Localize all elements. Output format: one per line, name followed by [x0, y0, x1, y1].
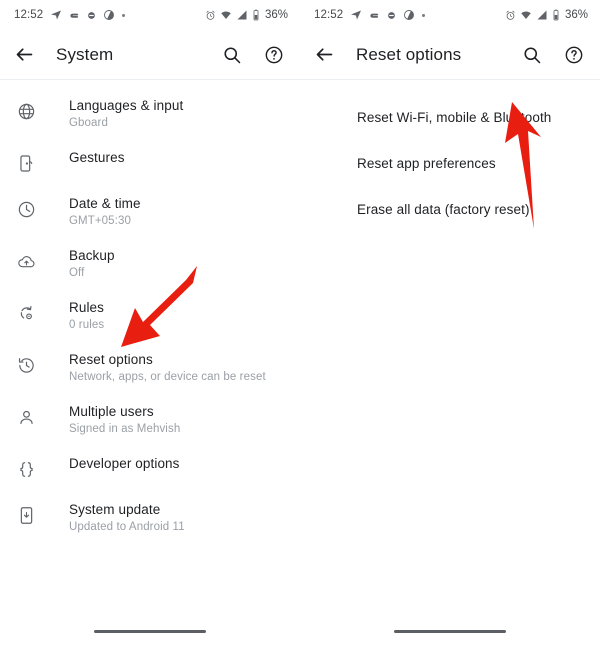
back-arrow-icon[interactable]: [312, 43, 336, 67]
status-bar-right: 36%: [205, 9, 288, 21]
status-bar: 12:52 36%: [0, 0, 300, 30]
hand-icon: [370, 13, 379, 18]
list-item-title: Backup: [69, 248, 115, 263]
list-item-reset-app-preferences[interactable]: Reset app preferences: [300, 142, 600, 188]
help-icon[interactable]: [262, 43, 286, 67]
list-item-reset-wifi-mobile-bluetooth[interactable]: Reset Wi-Fi, mobile & Bluetooth: [300, 96, 600, 142]
list-item-text: Date & time GMT+05:30: [69, 195, 141, 229]
alarm-icon: [506, 10, 515, 20]
navigation-arrow-icon: [51, 10, 62, 20]
list-item-text: Developer options: [69, 455, 180, 472]
home-indicator[interactable]: [94, 629, 206, 633]
list-item-languages-input[interactable]: Languages & input Gboard: [0, 88, 300, 140]
globe-icon: [14, 99, 38, 123]
battery-percent: 36%: [264, 9, 288, 21]
app-bar-actions: [520, 43, 586, 67]
status-bar-left: 12:52: [314, 9, 426, 21]
list-item-system-update[interactable]: System update Updated to Android 11: [0, 492, 300, 544]
list-item-title: Erase all data (factory reset): [357, 202, 530, 217]
rules-icon: [14, 301, 38, 325]
list-item-title: Developer options: [69, 456, 180, 471]
list-item-developer-options[interactable]: Developer options: [0, 446, 300, 492]
dot-icon: [422, 13, 426, 17]
list-item-subtitle: Gboard: [69, 117, 108, 129]
status-bar-left: 12:52: [14, 9, 126, 21]
page-title: Reset options: [356, 44, 462, 64]
app-bar-actions: [220, 43, 286, 67]
alarm-icon: [206, 10, 215, 20]
list-item-gestures[interactable]: Gestures: [0, 140, 300, 186]
navigation-arrow-icon: [351, 10, 362, 20]
hand-icon: [70, 13, 79, 18]
search-icon[interactable]: [220, 43, 244, 67]
battery-icon: [553, 9, 559, 21]
list-item-subtitle: Off: [69, 267, 85, 279]
dual-screenshot-container: 12:52 36% System Languages & input Gboar…: [0, 0, 600, 648]
circle-icon: [388, 11, 396, 19]
person-icon: [14, 405, 38, 429]
history-icon: [14, 353, 38, 377]
status-time: 12:52: [14, 9, 44, 21]
list-item-title: System update: [69, 502, 161, 517]
settings-list: Languages & input Gboard Gestures Date &…: [0, 80, 300, 544]
list-item-text: Backup Off: [69, 247, 115, 281]
list-item-title: Reset options: [69, 352, 153, 367]
battery-percent: 36%: [564, 9, 588, 21]
partial-circle-icon: [104, 10, 115, 20]
list-item-title: Multiple users: [69, 404, 154, 419]
braces-icon: [14, 457, 38, 481]
list-item-subtitle: Network, apps, or device can be reset: [69, 371, 266, 383]
list-item-text: Rules 0 rules: [69, 299, 104, 333]
wifi-icon: [521, 11, 531, 19]
list-item-title: Gestures: [69, 150, 125, 165]
list-item-title: Reset Wi-Fi, mobile & Bluetooth: [357, 110, 552, 125]
circle-icon: [88, 11, 96, 19]
list-item-reset-options[interactable]: Reset options Network, apps, or device c…: [0, 342, 300, 394]
status-bar: 12:52 36%: [300, 0, 600, 30]
help-icon[interactable]: [562, 43, 586, 67]
signal-icon: [237, 10, 247, 20]
status-bar-right: 36%: [505, 9, 588, 21]
search-icon[interactable]: [520, 43, 544, 67]
wifi-icon: [221, 11, 231, 19]
back-arrow-icon[interactable]: [12, 43, 36, 67]
list-item-title: Rules: [69, 300, 105, 315]
phone-screen-system: 12:52 36% System Languages & input Gboar…: [0, 0, 300, 648]
app-bar: Reset options: [300, 30, 600, 79]
list-item-erase-all-data[interactable]: Erase all data (factory reset): [300, 188, 600, 234]
list-item-text: Reset options Network, apps, or device c…: [69, 351, 266, 385]
list-item-text: Multiple users Signed in as Mehvish: [69, 403, 180, 437]
list-item-backup[interactable]: Backup Off: [0, 238, 300, 290]
navigation-bar: [0, 614, 300, 648]
list-item-title: Reset app preferences: [357, 156, 496, 171]
home-indicator[interactable]: [394, 629, 506, 633]
list-item-date-time[interactable]: Date & time GMT+05:30: [0, 186, 300, 238]
partial-circle-icon: [404, 10, 415, 20]
list-item-subtitle: Signed in as Mehvish: [69, 423, 181, 435]
gestures-icon: [14, 151, 38, 175]
list-item-text: System update Updated to Android 11: [69, 501, 185, 535]
navigation-bar: [300, 614, 600, 648]
dot-icon: [122, 13, 126, 17]
phone-screen-reset-options: 12:52 36% Reset options Reset Wi-Fi, mob…: [300, 0, 600, 648]
list-item-subtitle: 0 rules: [69, 319, 105, 331]
list-item-text: Gestures: [69, 149, 125, 166]
list-item-subtitle: Updated to Android 11: [69, 521, 185, 533]
cloud-upload-icon: [14, 249, 38, 273]
list-item-title: Date & time: [69, 196, 141, 211]
app-bar: System: [0, 30, 300, 79]
clock-icon: [14, 197, 38, 221]
status-time: 12:52: [314, 9, 344, 21]
list-item-multiple-users[interactable]: Multiple users Signed in as Mehvish: [0, 394, 300, 446]
signal-icon: [537, 10, 547, 20]
list-item-title: Languages & input: [69, 98, 184, 113]
list-item-text: Languages & input Gboard: [69, 97, 183, 131]
reset-options-list: Reset Wi-Fi, mobile & Bluetooth Reset ap…: [300, 80, 600, 234]
page-title: System: [56, 44, 114, 64]
list-item-rules[interactable]: Rules 0 rules: [0, 290, 300, 342]
list-item-subtitle: GMT+05:30: [69, 215, 131, 227]
battery-icon: [253, 9, 259, 21]
system-update-icon: [14, 503, 38, 527]
